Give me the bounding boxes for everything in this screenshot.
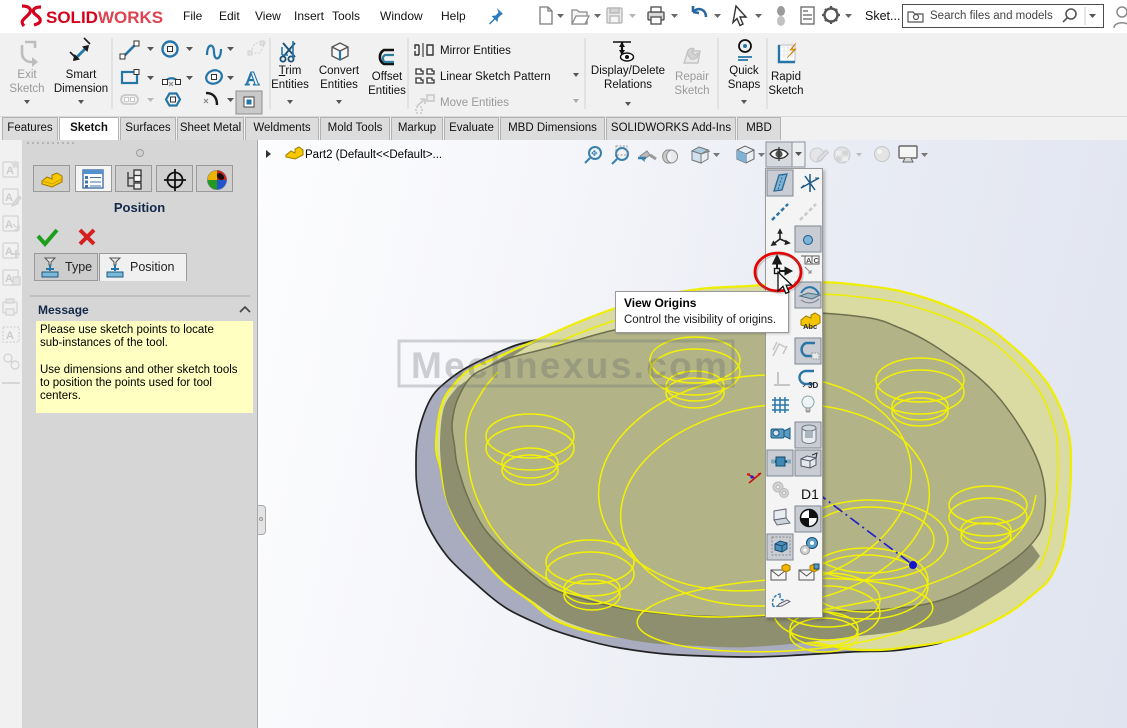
- svg-text:Mechnexus.com: Mechnexus.com: [411, 345, 727, 386]
- svg-text:3D: 3D: [808, 381, 818, 390]
- svg-text:SOLIDWORKS: SOLIDWORKS: [46, 8, 163, 27]
- svg-text:A: A: [5, 219, 13, 231]
- svg-text:A: A: [5, 246, 13, 258]
- svg-text:Abc: Abc: [803, 322, 817, 331]
- svg-text:D1: D1: [801, 486, 819, 502]
- svg-text:A: A: [5, 273, 13, 285]
- svg-text:A: A: [5, 192, 13, 204]
- svg-text:A: A: [245, 68, 260, 90]
- svg-text:A: A: [6, 330, 14, 342]
- svg-text:Sket...: Sket...: [865, 9, 900, 23]
- svg-text:✥: ✥: [591, 149, 598, 158]
- svg-text:Part2 (Default<<Default>...: Part2 (Default<<Default>...: [305, 149, 442, 161]
